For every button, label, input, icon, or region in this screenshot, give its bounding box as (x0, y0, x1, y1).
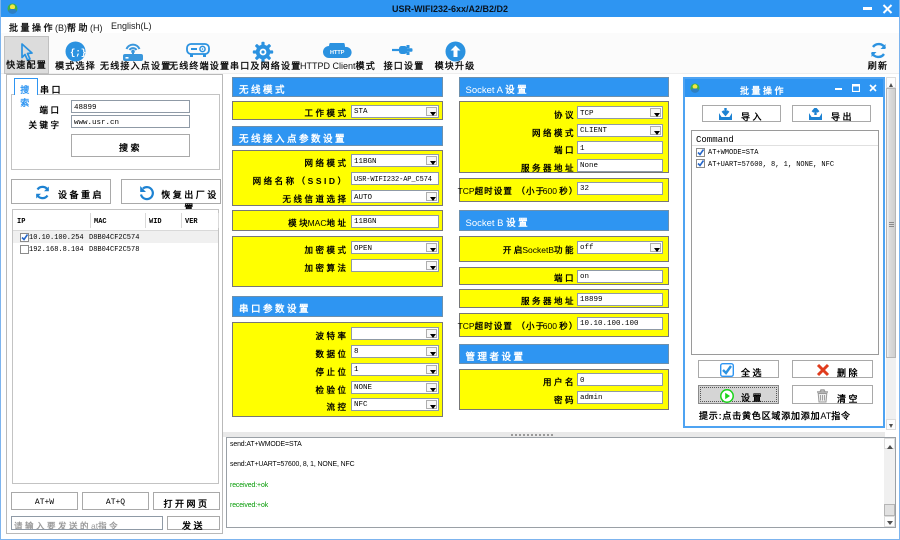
svg-text:HTTP: HTTP (330, 50, 345, 56)
svg-text:{;}: {;} (70, 48, 86, 58)
